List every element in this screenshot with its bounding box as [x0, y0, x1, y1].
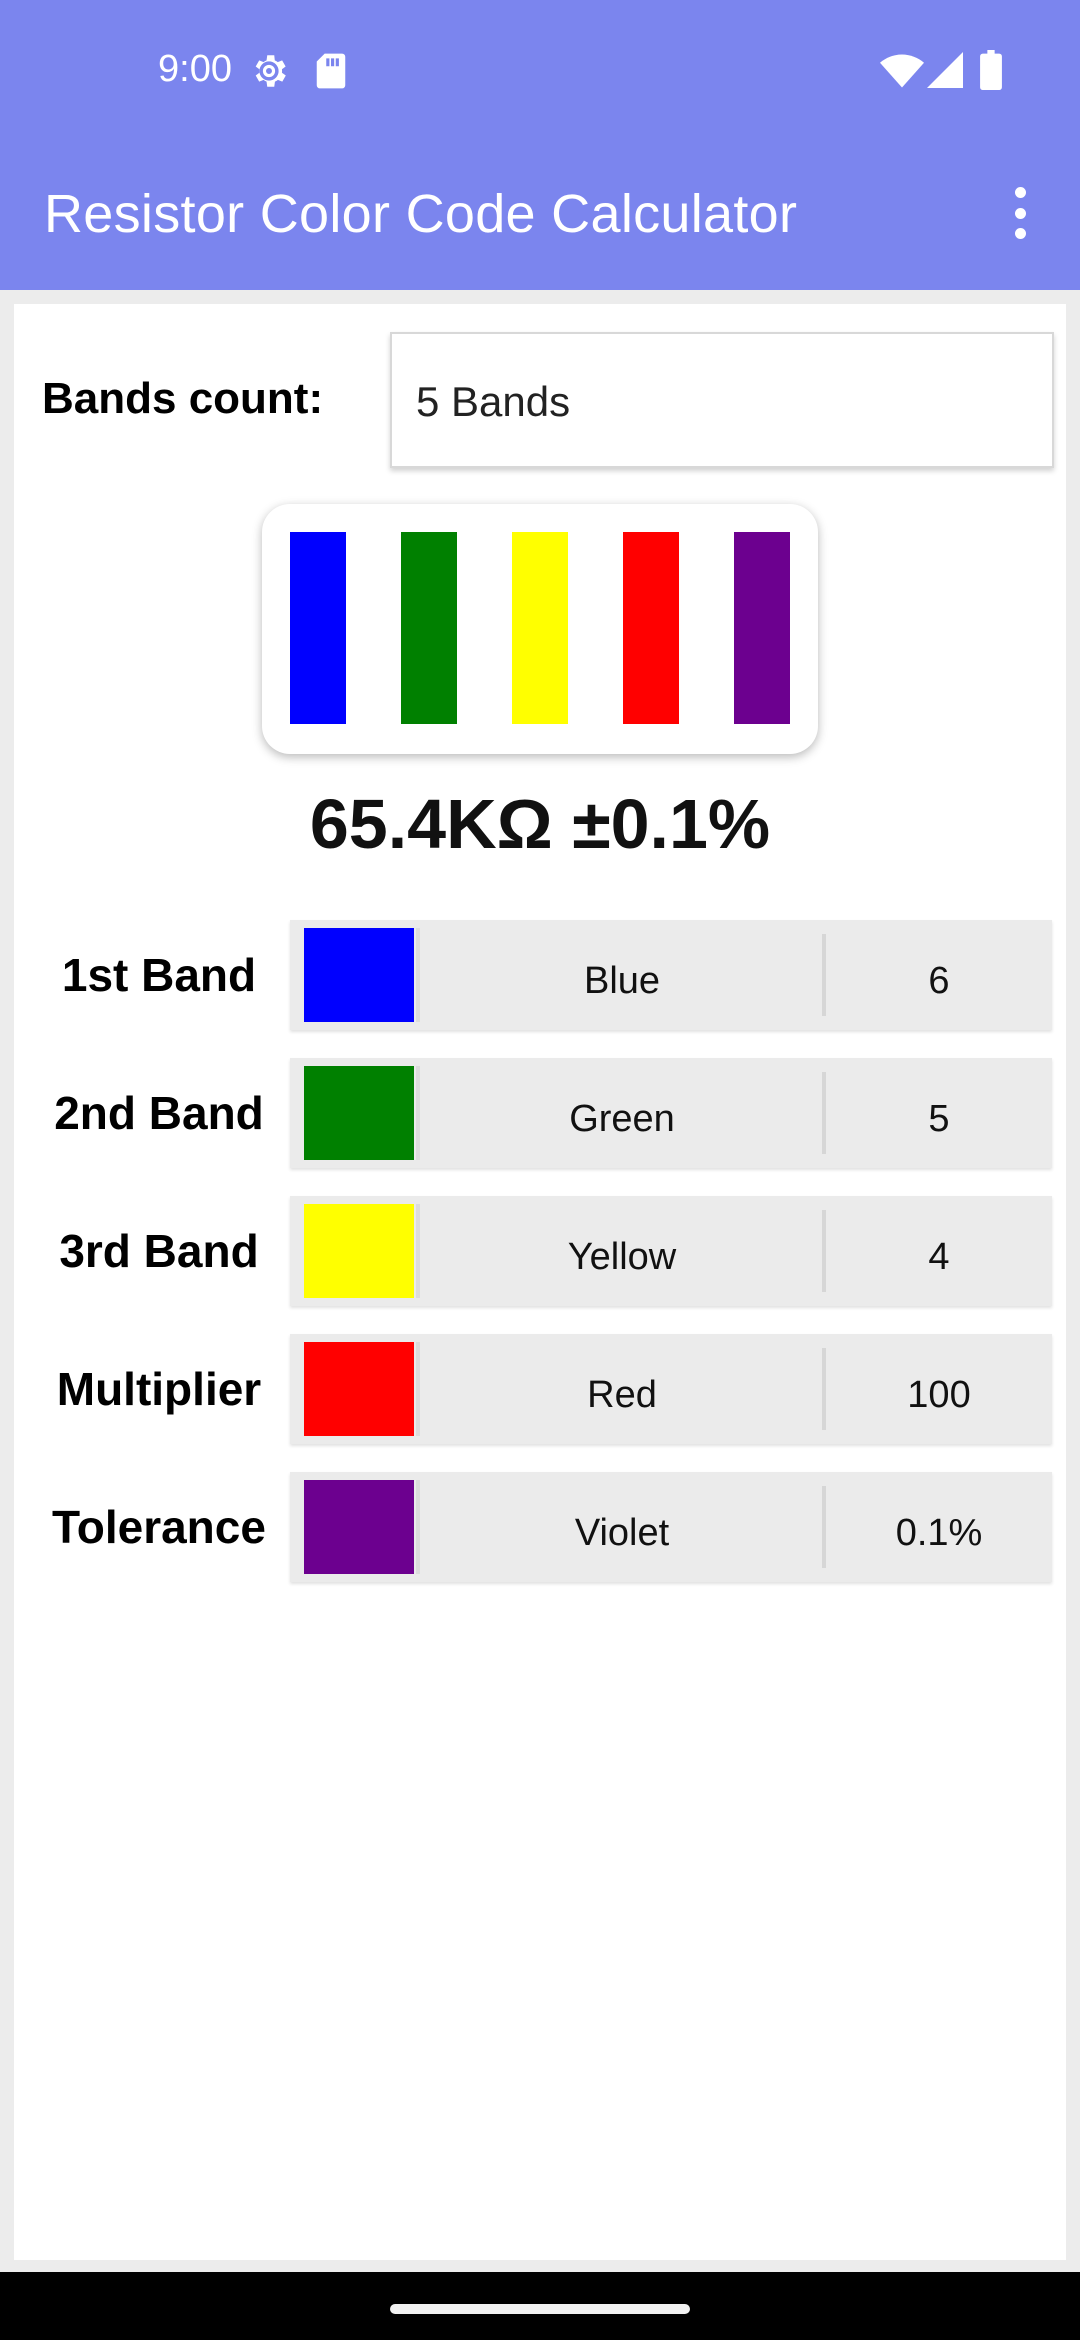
resistance-result: 65.4KΩ ±0.1% — [309, 785, 771, 863]
resistor-stripe-5 — [734, 532, 790, 724]
band-value: 4 — [928, 1235, 950, 1278]
color-swatch — [304, 928, 414, 1022]
wifi-icon — [880, 54, 924, 88]
band-value: 5 — [928, 1097, 950, 1140]
color-name: Blue — [583, 959, 661, 1002]
band-color-picker[interactable]: Red 100 — [290, 1334, 1052, 1444]
color-name: Green — [569, 1097, 675, 1140]
color-swatch — [304, 1204, 414, 1298]
main-content: Bands count: 5 Bands 65.4KΩ ±0.1% 1st Ba… — [14, 304, 1066, 2260]
band-row-1st: 1st Band Blue 6 — [14, 920, 1066, 1030]
band-label: Multiplier — [56, 1363, 262, 1415]
bands-count-dropdown[interactable]: 5 Bands — [390, 332, 1054, 468]
signal-icon — [927, 52, 963, 88]
band-label: Tolerance — [52, 1501, 266, 1553]
navigation-bar — [0, 2272, 1080, 2340]
status-bar: 9:00 — [0, 0, 1080, 145]
resistor-stripe-1 — [290, 532, 346, 724]
band-color-picker[interactable]: Yellow 4 — [290, 1196, 1052, 1306]
band-label: 1st Band — [61, 949, 257, 1001]
band-row-3rd: 3rd Band Yellow 4 — [14, 1196, 1066, 1306]
color-swatch — [304, 1066, 414, 1160]
band-row-tolerance: Tolerance Violet 0.1% — [14, 1472, 1066, 1582]
band-label: 3rd Band — [59, 1225, 259, 1277]
resistor-preview — [262, 504, 818, 754]
resistor-stripe-4 — [623, 532, 679, 724]
band-value: 0.1% — [895, 1511, 983, 1554]
status-time: 9:00 — [158, 48, 232, 90]
band-row-multiplier: Multiplier Red 100 — [14, 1334, 1066, 1444]
band-value: 100 — [907, 1373, 971, 1416]
band-color-picker[interactable]: Blue 6 — [290, 920, 1052, 1030]
band-label: 2nd Band — [54, 1087, 264, 1139]
resistor-stripe-3 — [512, 532, 568, 724]
band-row-2nd: 2nd Band Green 5 — [14, 1058, 1066, 1168]
sd-card-icon — [316, 53, 346, 89]
app-bar: Resistor Color Code Calculator — [0, 145, 1080, 290]
color-swatch — [304, 1342, 414, 1436]
color-name: Red — [587, 1373, 657, 1416]
color-swatch — [304, 1480, 414, 1574]
color-name: Yellow — [567, 1235, 677, 1278]
band-value: 6 — [928, 959, 950, 1002]
home-handle[interactable] — [390, 2304, 690, 2314]
app-title: Resistor Color Code Calculator — [44, 184, 798, 244]
resistor-stripe-2 — [401, 532, 457, 724]
gear-icon — [255, 55, 286, 87]
color-name: Violet — [574, 1511, 670, 1554]
band-color-picker[interactable]: Green 5 — [290, 1058, 1052, 1168]
bands-count-label: Bands count: — [42, 374, 324, 423]
band-color-picker[interactable]: Violet 0.1% — [290, 1472, 1052, 1582]
battery-icon — [980, 50, 1002, 90]
more-vert-icon[interactable] — [1000, 183, 1040, 243]
